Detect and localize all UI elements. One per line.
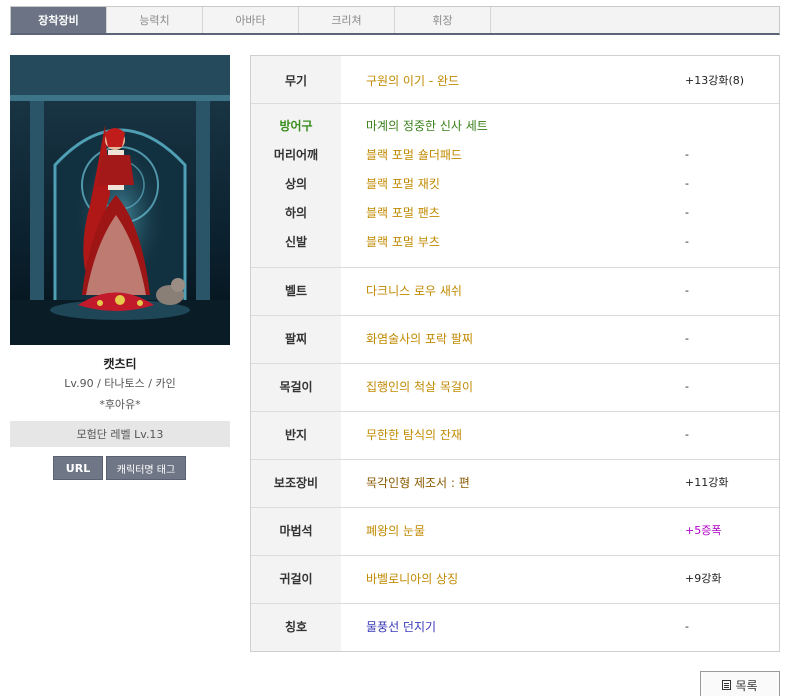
url-button[interactable]: URL <box>53 456 103 480</box>
item-name[interactable]: 목각인형 제조서 : 편 <box>366 474 470 491</box>
character-buttons: URL 캐릭터명 태그 <box>53 456 186 480</box>
slot-label: 무기 <box>284 73 308 88</box>
item-value: - <box>685 331 689 345</box>
item-value: - <box>685 283 689 297</box>
slot-label: 신발 <box>284 234 308 249</box>
table-row: 방어구 마계의 정중한 신사 세트 머리어깨 블랙 포멀 숄더패드 - 상의 블… <box>251 104 779 268</box>
tab-stats[interactable]: 능력치 <box>107 7 203 33</box>
set-name[interactable]: 마계의 정중한 신사 세트 <box>366 117 488 134</box>
item-value: - <box>685 379 689 393</box>
tab-equipment[interactable]: 장착장비 <box>11 7 107 33</box>
item-name[interactable]: 바벨로니아의 상징 <box>366 570 458 587</box>
character-info: Lv.90 / 타나토스 / 카인 <box>64 377 176 390</box>
item-name[interactable]: 무한한 탐식의 잔재 <box>366 426 462 443</box>
list-icon <box>722 680 732 690</box>
slot-label: 귀걸이 <box>279 571 313 586</box>
table-row: 반지 무한한 탐식의 잔재 - <box>251 412 779 460</box>
item-name[interactable]: 집행인의 척살 목걸이 <box>366 378 473 395</box>
table-row: 팔찌 화염술사의 포락 팔찌 - <box>251 316 779 364</box>
equipment-table: 무기 구원의 이기 - 완드 +13강화(8) 방어구 마계의 정중한 신사 세… <box>250 55 780 652</box>
character-guild: *후아유* <box>99 398 141 411</box>
table-row: 마법석 폐왕의 눈물 +5증폭 <box>251 508 779 556</box>
item-value: - <box>685 205 689 219</box>
item-name[interactable]: 폐왕의 눈물 <box>366 522 425 539</box>
slot-label: 칭호 <box>284 619 308 634</box>
list-button-label: 목록 <box>735 678 758 693</box>
item-name[interactable]: 블랙 포멀 재킷 <box>366 175 440 192</box>
item-value: +11강화 <box>685 476 729 489</box>
table-row: 벨트 다크니스 로우 새쉬 - <box>251 268 779 316</box>
slot-label: 보조장비 <box>273 475 319 490</box>
tab-bar: 장착장비 능력치 아바타 크리쳐 휘장 <box>10 6 780 35</box>
item-name[interactable]: 화염술사의 포락 팔찌 <box>366 330 473 347</box>
slot-label: 팔찌 <box>284 331 308 346</box>
table-row: 보조장비 목각인형 제조서 : 편 +11강화 <box>251 460 779 508</box>
slot-label: 목걸이 <box>279 379 313 394</box>
slot-label: 벨트 <box>284 283 308 298</box>
table-row: 목걸이 집행인의 척살 목걸이 - <box>251 364 779 412</box>
tab-emblem[interactable]: 휘장 <box>395 7 491 33</box>
item-value: - <box>685 147 689 161</box>
slot-label: 상의 <box>284 176 308 191</box>
tab-creature[interactable]: 크리쳐 <box>299 7 395 33</box>
slot-label: 방어구 <box>279 118 313 133</box>
character-tag-button[interactable]: 캐릭터명 태그 <box>106 456 186 480</box>
table-row: 귀걸이 바벨로니아의 상징 +9강화 <box>251 556 779 604</box>
item-value: - <box>685 427 689 441</box>
table-row: 칭호 물풍선 던지기 - <box>251 604 779 651</box>
table-row: 무기 구원의 이기 - 완드 +13강화(8) <box>251 56 779 104</box>
tab-avatar[interactable]: 아바타 <box>203 7 299 33</box>
item-name[interactable]: 블랙 포멀 숄더패드 <box>366 146 462 163</box>
item-name[interactable]: 블랙 포멀 부츠 <box>366 233 440 250</box>
slot-label: 반지 <box>284 427 308 442</box>
item-value: +5증폭 <box>685 524 722 537</box>
item-value: - <box>685 176 689 190</box>
slot-label: 마법석 <box>279 523 313 538</box>
character-name: 캣츠티 <box>103 357 137 371</box>
item-name[interactable]: 블랙 포멀 팬츠 <box>366 204 440 221</box>
item-value: - <box>685 619 689 633</box>
adventure-level: 모험단 레벨 Lv.13 <box>10 421 230 447</box>
item-value: +9강화 <box>685 572 722 585</box>
item-name[interactable]: 물풍선 던지기 <box>366 618 436 635</box>
item-name[interactable]: 구원의 이기 - 완드 <box>366 72 459 89</box>
item-value: +13강화(8) <box>685 74 745 87</box>
slot-label: 하의 <box>284 205 308 220</box>
item-name[interactable]: 다크니스 로우 새쉬 <box>366 282 462 299</box>
character-portrait <box>10 55 230 345</box>
item-value: - <box>685 234 689 248</box>
slot-label: 머리어깨 <box>273 147 319 162</box>
list-button[interactable]: 목록 <box>700 671 780 696</box>
